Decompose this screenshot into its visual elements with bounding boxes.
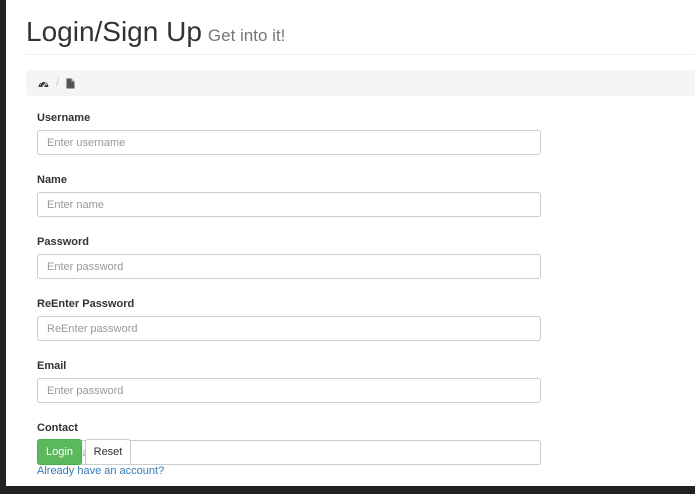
file-icon[interactable] (66, 78, 75, 89)
contact-label: Contact (37, 422, 78, 434)
page-container: Login/Sign Up Get into it! / Username En… (6, 0, 695, 486)
email-input[interactable] (37, 378, 541, 403)
reset-button[interactable]: Reset (85, 439, 131, 465)
dashboard-icon[interactable] (38, 79, 49, 88)
signup-form: Username Name Password ReEnter Password … (37, 104, 541, 476)
name-label: Name (37, 174, 67, 186)
page-header: Login/Sign Up Get into it! (26, 14, 695, 55)
email-label: Email (37, 360, 67, 372)
breadcrumb: / (26, 70, 695, 96)
username-input[interactable] (37, 130, 541, 155)
username-label: Username (37, 112, 91, 124)
password-label: Password (37, 236, 89, 248)
name-field-group: Name (37, 173, 541, 228)
email-field-group: Email (37, 359, 541, 414)
name-input[interactable] (37, 192, 541, 217)
form-actions: Login Reset (37, 439, 131, 465)
reenter-password-field-group: ReEnter Password (37, 297, 541, 352)
login-button[interactable]: Login (37, 439, 82, 465)
username-field-group: Username (37, 111, 541, 166)
password-field-group: Password (37, 235, 541, 290)
page-subtitle: Get into it! (207, 26, 286, 45)
password-input[interactable] (37, 254, 541, 279)
already-have-account-link[interactable]: Already have an account? (37, 465, 164, 477)
reenter-password-label: ReEnter Password (37, 298, 135, 310)
reenter-password-input[interactable] (37, 316, 541, 341)
page-title: Login/Sign Up (26, 16, 202, 47)
breadcrumb-separator: / (56, 77, 60, 89)
